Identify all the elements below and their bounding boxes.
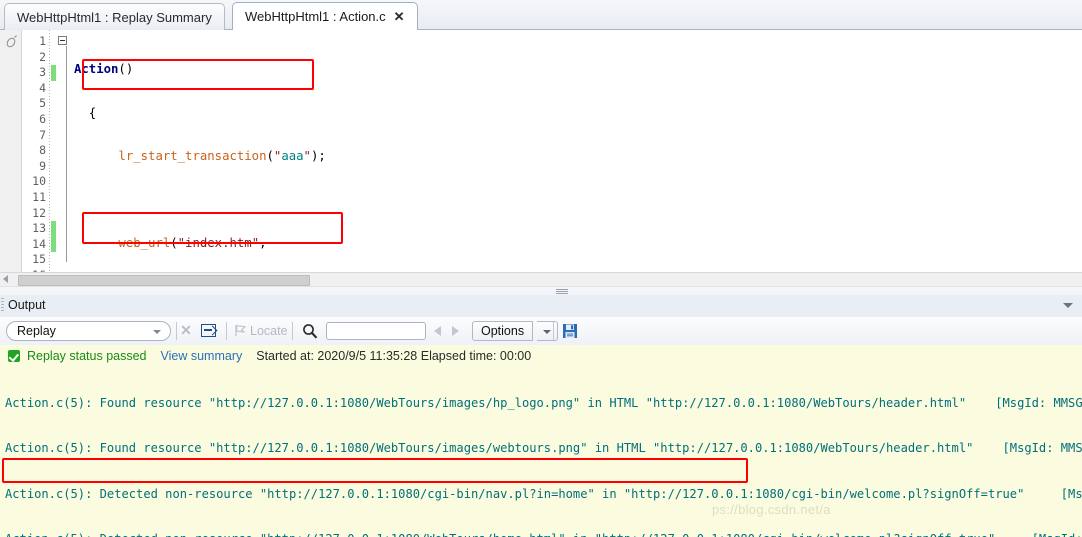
log-line: Action.c(5): Detected non-resource "http… (0, 531, 1082, 537)
line-number: 13 (32, 221, 46, 236)
find-previous-icon[interactable] (434, 326, 441, 336)
toolbar-separator (292, 322, 293, 340)
output-panel-title: Output (8, 298, 46, 312)
log-line: Action.c(5): Detected non-resource "http… (5, 486, 1082, 501)
tab-action-c[interactable]: WebHttpHtml1 : Action.c ✕ (232, 2, 418, 30)
output-source-value: Replay (17, 324, 56, 338)
gutter-divider (49, 30, 50, 286)
line-number: 9 (39, 158, 46, 173)
flag-icon (235, 324, 247, 336)
go-to-line-icon[interactable] (201, 324, 216, 337)
editor-tab-bar: WebHttpHtml1 : Replay Summary WebHttpHtm… (0, 0, 1082, 30)
panel-drag-dots-icon (1, 298, 4, 312)
scrollbar-thumb[interactable] (18, 275, 310, 286)
line-number: 4 (39, 80, 46, 95)
bookmark-pen-icon (6, 35, 17, 48)
options-dropdown-button[interactable] (537, 321, 558, 341)
output-panel: Output Replay ✕ Locate Options Replay st… (0, 295, 1082, 537)
options-label: Options (481, 324, 525, 338)
code-line-5: web_url("index.htm", (118, 236, 267, 251)
code-fold-column[interactable] (56, 30, 74, 286)
code-text[interactable]: Action() { lr_start_transaction("aaa"); … (74, 34, 1082, 286)
splitter-grip-icon[interactable] (556, 289, 568, 294)
code-line-1: Action() (74, 62, 134, 76)
line-number: 7 (39, 127, 46, 142)
success-check-icon (8, 350, 20, 362)
line-number: 1 (39, 34, 46, 48)
line-number: 3 (39, 65, 46, 80)
toolbar-separator (176, 322, 177, 340)
fold-collapse-icon[interactable] (58, 36, 67, 45)
output-panel-header: Output (0, 295, 1082, 318)
code-editor[interactable]: 1 2 3 4 5 6 7 8 9 10 11 12 13 14 15 16 A… (0, 30, 1082, 286)
options-button[interactable]: Options (472, 321, 534, 341)
line-number: 6 (39, 111, 46, 126)
log-line: Action.c(5): Found resource "http://127.… (5, 396, 1082, 410)
save-icon[interactable] (562, 323, 578, 339)
editor-icon-gutter (0, 30, 22, 286)
replay-timing-text: Started at: 2020/9/5 11:35:28 Elapsed ti… (256, 349, 532, 363)
line-number-gutter: 1 2 3 4 5 6 7 8 9 10 11 12 13 14 15 16 (22, 30, 48, 286)
line-number: 5 (39, 96, 46, 111)
find-next-icon[interactable] (452, 326, 459, 336)
replay-status-text: Replay status passed (27, 349, 147, 363)
clear-output-icon[interactable]: ✕ (180, 323, 192, 337)
locate-button[interactable]: Locate (250, 324, 288, 338)
scroll-left-arrow-icon[interactable] (3, 275, 8, 283)
code-line-2: { (74, 105, 97, 120)
log-top-clip (0, 367, 1082, 372)
tab-replay-summary[interactable]: WebHttpHtml1 : Replay Summary (4, 3, 225, 30)
view-summary-link[interactable]: View summary (161, 349, 243, 363)
chevron-down-icon (153, 330, 161, 334)
toolbar-separator (226, 322, 227, 340)
line-number: 15 (32, 252, 46, 267)
line-number: 14 (32, 236, 46, 251)
line-number: 10 (32, 174, 46, 189)
tab-label: WebHttpHtml1 : Replay Summary (17, 9, 212, 25)
line-number: 2 (39, 49, 46, 64)
search-input[interactable] (326, 322, 426, 340)
fold-guide-line (66, 46, 67, 262)
loadrunner-vugen-window: WebHttpHtml1 : Replay Summary WebHttpHtm… (0, 0, 1082, 537)
output-log[interactable]: Action.c(5): Found resource "http://127.… (0, 367, 1082, 537)
replay-status-bar: Replay status passed View summary Starte… (0, 345, 1082, 368)
toolbar-separator (553, 322, 554, 340)
line-number: 11 (32, 189, 46, 204)
log-line: Action.c(5): Found resource "http://127.… (5, 441, 1082, 456)
chevron-down-icon[interactable] (1063, 303, 1073, 308)
code-line-3: lr_start_transaction("aaa"); (118, 149, 326, 164)
chevron-down-icon (543, 330, 551, 334)
line-number: 8 (39, 143, 46, 158)
output-source-select[interactable]: Replay (6, 321, 171, 341)
editor-horizontal-scrollbar[interactable] (0, 272, 1082, 286)
output-toolbar: Replay ✕ Locate Options (0, 317, 1082, 346)
close-icon[interactable]: ✕ (394, 10, 405, 23)
tab-label: WebHttpHtml1 : Action.c (245, 9, 386, 24)
search-icon[interactable] (302, 323, 318, 339)
line-number: 12 (32, 205, 46, 220)
